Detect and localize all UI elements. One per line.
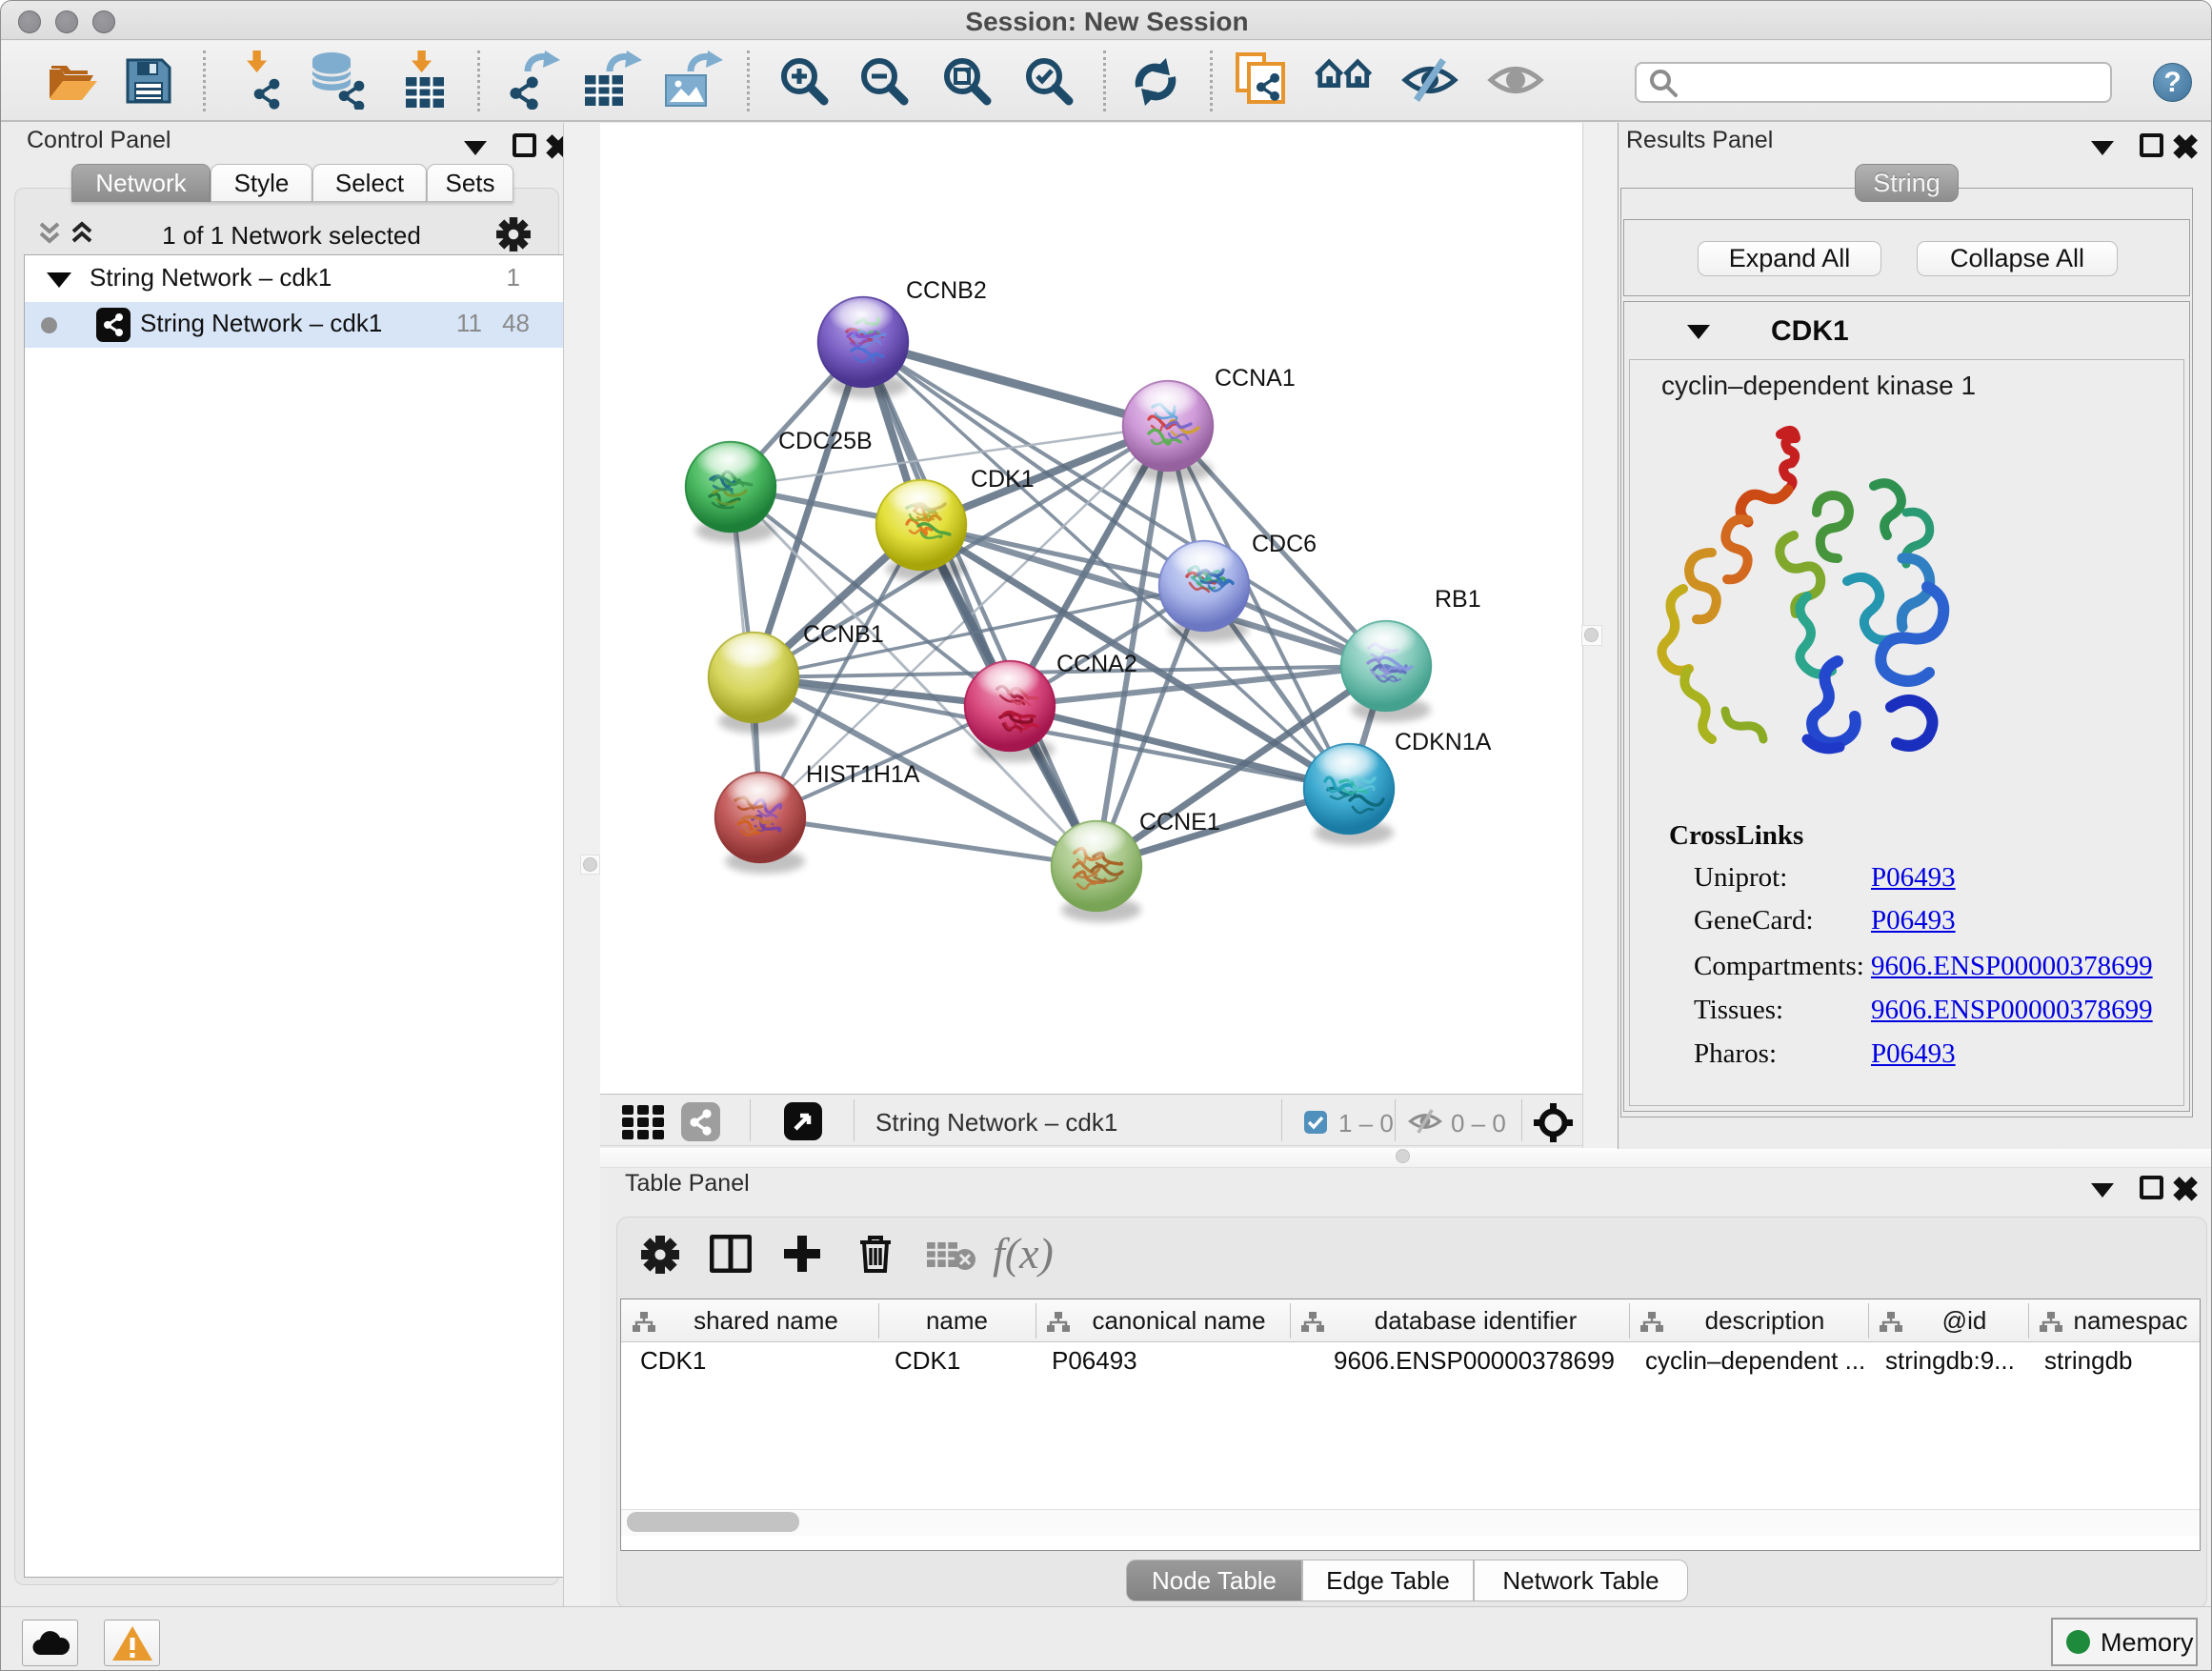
svg-text:CCNA1: CCNA1 xyxy=(1215,365,1296,392)
svg-text:CDK1: CDK1 xyxy=(971,466,1035,493)
svg-text:CCNB1: CCNB1 xyxy=(803,621,884,648)
svg-text:HIST1H1A: HIST1H1A xyxy=(806,761,920,788)
svg-text:CCNA2: CCNA2 xyxy=(1056,651,1137,677)
svg-text:CDC25B: CDC25B xyxy=(778,428,873,454)
svg-text:CDKN1A: CDKN1A xyxy=(1395,729,1492,755)
svg-text:CCNB2: CCNB2 xyxy=(906,277,987,304)
svg-text:RB1: RB1 xyxy=(1435,586,1481,613)
svg-text:CCNE1: CCNE1 xyxy=(1139,809,1220,836)
svg-text:CDC6: CDC6 xyxy=(1252,531,1317,557)
